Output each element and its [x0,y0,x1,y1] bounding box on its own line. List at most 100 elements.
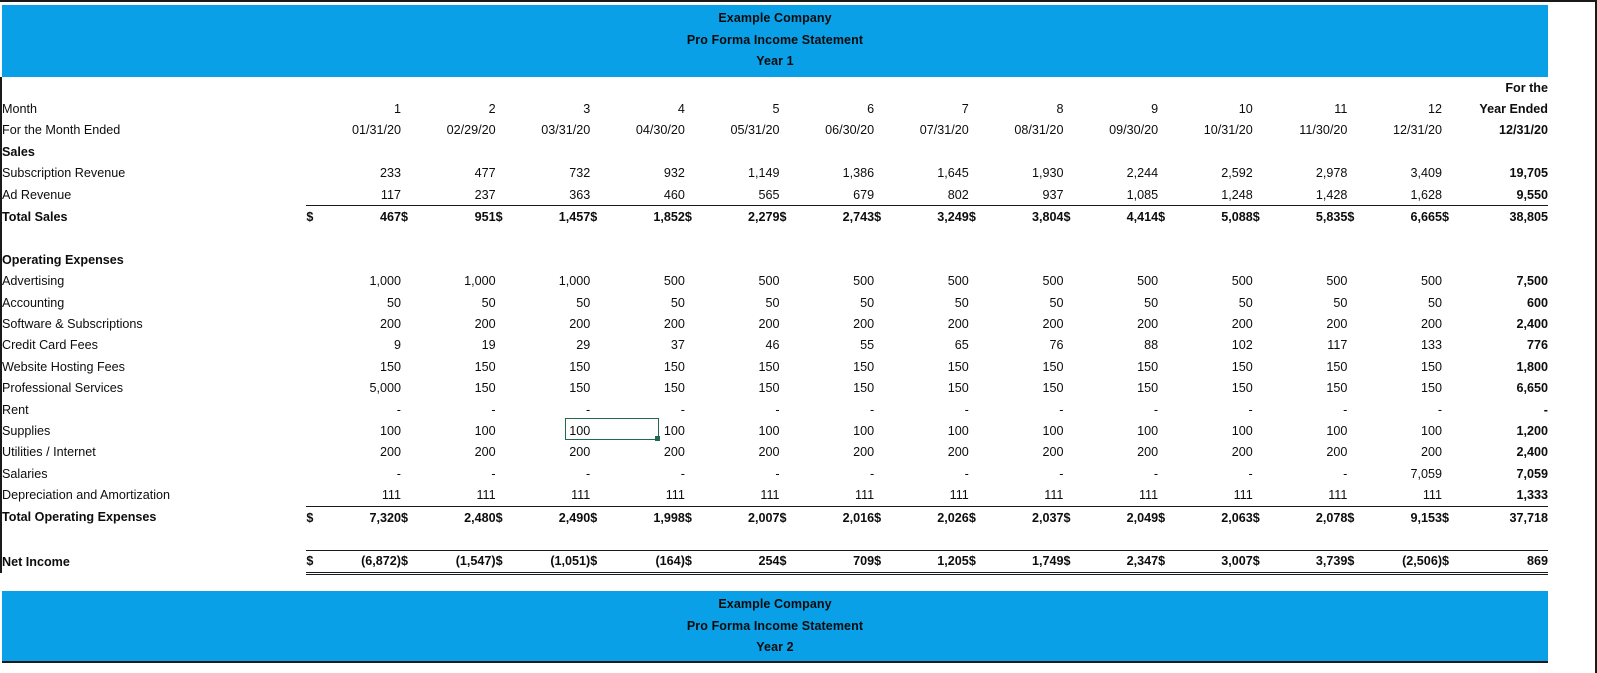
cell-net_income-m7[interactable]: 1,205 [890,549,969,576]
cell-net_income-m9[interactable]: 2,347 [1079,549,1159,576]
cell-accounting-m3[interactable]: 50 [512,292,590,313]
cell-professional_services-m9[interactable]: 150 [1080,377,1158,398]
cell-utilities_internet-m10[interactable]: 200 [1174,442,1253,463]
cell-utilities_internet-m2[interactable]: 200 [417,442,496,463]
fill-handle[interactable] [655,436,660,441]
cell-total_operating_expenses-m6[interactable]: 2,016 [795,505,875,529]
cell-total_sales-m8[interactable]: 3,804 [985,205,1064,228]
cell-credit_card_fees-m7[interactable]: 65 [890,335,969,356]
cell-total_operating_expenses-m3[interactable]: 2,490 [511,505,591,529]
cell-professional_services-m6[interactable]: 150 [796,377,874,398]
cell-professional_services-m4[interactable]: 150 [607,377,685,398]
cell-total_sales-m7[interactable]: 3,249 [890,205,969,228]
cell-utilities_internet-m4[interactable]: 200 [607,442,685,463]
cell-supplies-m3[interactable]: 100 [512,420,590,441]
cell-credit_card_fees-m11[interactable]: 117 [1269,335,1347,356]
cell-credit_card_fees-m3[interactable]: 29 [512,335,590,356]
cell-accounting-m4[interactable]: 50 [607,292,685,313]
cell-subscription_revenue-m6[interactable]: 1,386 [796,163,875,184]
cell-depreciation_amortization-m5[interactable]: 111 [701,484,779,506]
cell-credit_card_fees-m5[interactable]: 46 [701,335,780,356]
cell-total_sales-m2[interactable]: 951 [417,205,496,228]
cell-supplies-m2[interactable]: 100 [417,420,496,441]
cell-software_subscriptions-year[interactable]: 2,400 [1458,313,1548,334]
cell-depreciation_amortization-m9[interactable]: 111 [1080,484,1158,506]
cell-rent-m9[interactable]: - [1080,399,1158,420]
cell-website_hosting_fees-year[interactable]: 1,800 [1458,356,1548,377]
cell-supplies-m7[interactable]: 100 [890,420,969,441]
cell-software_subscriptions-m3[interactable]: 200 [512,313,590,334]
cell-website_hosting_fees-m1[interactable]: 150 [323,356,401,377]
cell-ad_revenue-m4[interactable]: 460 [607,184,685,206]
cell-credit_card_fees-m4[interactable]: 37 [607,335,685,356]
cell-salaries-m4[interactable]: - [607,463,685,484]
cell-credit_card_fees-m6[interactable]: 55 [796,335,874,356]
cell-subscription_revenue-m5[interactable]: 1,149 [701,163,780,184]
cell-ad_revenue-m11[interactable]: 1,428 [1269,184,1348,206]
cell-advertising-m8[interactable]: 500 [985,271,1063,292]
cell-depreciation_amortization-m11[interactable]: 111 [1269,484,1347,506]
cell-total_operating_expenses-m11[interactable]: 2,078 [1269,505,1348,529]
cell-utilities_internet-m3[interactable]: 200 [512,442,590,463]
cell-utilities_internet-year[interactable]: 2,400 [1458,442,1548,463]
cell-accounting-m2[interactable]: 50 [417,292,496,313]
cell-total_sales-m4[interactable]: 1,852 [606,205,685,228]
cell-professional_services-year[interactable]: 6,650 [1458,377,1548,398]
cell-net_income-m3[interactable]: (1,051) [511,549,591,576]
cell-subscription_revenue-m12[interactable]: 3,409 [1364,163,1443,184]
cell-depreciation_amortization-m6[interactable]: 111 [796,484,874,506]
cell-advertising-m1[interactable]: 1,000 [323,271,401,292]
cell-subscription_revenue-m11[interactable]: 2,978 [1269,163,1348,184]
cell-credit_card_fees-m2[interactable]: 19 [417,335,496,356]
cell-rent-m6[interactable]: - [796,399,874,420]
cell-subscription_revenue-m1[interactable]: 233 [323,163,401,184]
cell-salaries-m12[interactable]: 7,059 [1364,463,1443,484]
cell-ad_revenue-m5[interactable]: 565 [701,184,780,206]
cell-utilities_internet-m1[interactable]: 200 [323,442,401,463]
cell-credit_card_fees-year[interactable]: 776 [1458,335,1548,356]
cell-rent-m5[interactable]: - [701,399,779,420]
cell-software_subscriptions-m12[interactable]: 200 [1364,313,1442,334]
cell-supplies-m1[interactable]: 100 [323,420,401,441]
cell-credit_card_fees-m1[interactable]: 9 [323,335,401,356]
cell-total_operating_expenses-m9[interactable]: 2,049 [1079,505,1159,529]
cell-advertising-m4[interactable]: 500 [607,271,685,292]
cell-supplies-m11[interactable]: 100 [1269,420,1347,441]
cell-net_income-m1[interactable]: (6,872) [322,549,401,576]
cell-rent-year[interactable]: - [1458,399,1548,420]
cell-total_sales-m11[interactable]: 5,835 [1269,205,1348,228]
cell-rent-m3[interactable]: - [512,399,590,420]
cell-utilities_internet-m12[interactable]: 200 [1364,442,1442,463]
cell-ad_revenue-m7[interactable]: 802 [890,184,969,206]
cell-subscription_revenue-m4[interactable]: 932 [607,163,685,184]
cell-ad_revenue-m3[interactable]: 363 [512,184,590,206]
cell-professional_services-m1[interactable]: 5,000 [323,377,401,398]
cell-accounting-m7[interactable]: 50 [890,292,969,313]
cell-total_sales-m6[interactable]: 2,743 [795,205,875,228]
cell-credit_card_fees-m12[interactable]: 133 [1364,335,1442,356]
cell-total_operating_expenses-year[interactable]: 37,718 [1458,505,1548,529]
cell-advertising-year[interactable]: 7,500 [1458,271,1548,292]
cell-rent-m7[interactable]: - [890,399,969,420]
cell-rent-m1[interactable]: - [323,399,401,420]
cell-accounting-m12[interactable]: 50 [1364,292,1442,313]
cell-software_subscriptions-m8[interactable]: 200 [985,313,1063,334]
cell-website_hosting_fees-m12[interactable]: 150 [1364,356,1442,377]
cell-accounting-year[interactable]: 600 [1458,292,1548,313]
cell-accounting-m9[interactable]: 50 [1080,292,1158,313]
cell-advertising-m11[interactable]: 500 [1269,271,1347,292]
cell-net_income-m4[interactable]: (164) [606,549,685,576]
cell-depreciation_amortization-m12[interactable]: 111 [1364,484,1442,506]
cell-website_hosting_fees-m3[interactable]: 150 [512,356,590,377]
cell-credit_card_fees-m9[interactable]: 88 [1080,335,1158,356]
cell-salaries-m3[interactable]: - [512,463,590,484]
cell-depreciation_amortization-m4[interactable]: 111 [607,484,685,506]
cell-utilities_internet-m11[interactable]: 200 [1269,442,1347,463]
cell-credit_card_fees-m8[interactable]: 76 [985,335,1063,356]
cell-advertising-m7[interactable]: 500 [890,271,969,292]
cell-website_hosting_fees-m2[interactable]: 150 [417,356,496,377]
cell-net_income-m12[interactable]: (2,506) [1363,549,1443,576]
cell-total_operating_expenses-m2[interactable]: 2,480 [417,505,496,529]
cell-salaries-m5[interactable]: - [701,463,779,484]
cell-utilities_internet-m9[interactable]: 200 [1080,442,1158,463]
